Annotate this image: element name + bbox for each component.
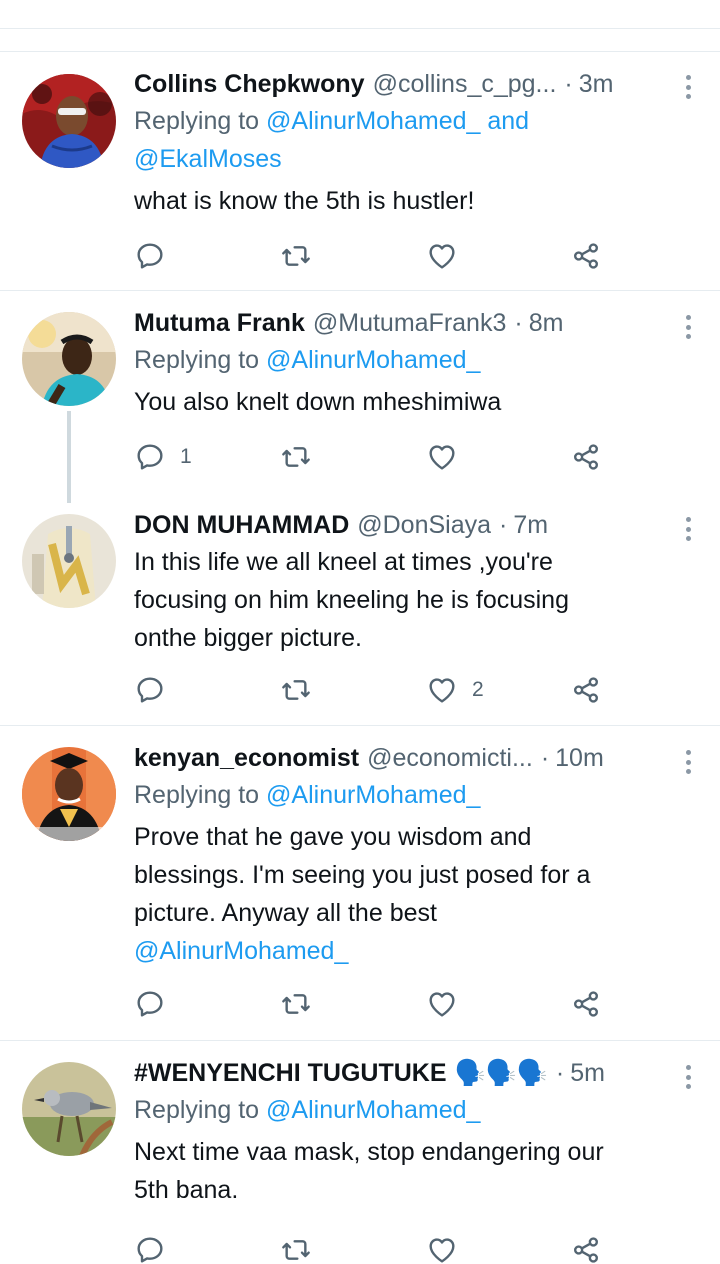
timestamp[interactable]: 5m	[570, 1055, 605, 1091]
share-button[interactable]	[570, 670, 602, 710]
tweet-text: In this life we all kneel at times ,you'…	[134, 548, 569, 652]
retweet-icon	[282, 246, 310, 266]
share-button[interactable]	[570, 1230, 602, 1264]
thread-line	[67, 411, 71, 503]
timestamp[interactable]: 10m	[555, 740, 604, 776]
author-name[interactable]: Collins Chepkwony	[134, 66, 365, 102]
mention-link[interactable]: @AlinurMohamed_	[266, 346, 480, 374]
tweet-3[interactable]: DON MUHAMMAD @DonSiaya · 7m In this life…	[0, 493, 720, 725]
heart-icon	[429, 992, 455, 1017]
author-handle[interactable]: @MutumaFrank3	[313, 305, 507, 341]
tweet-2[interactable]: Mutuma Frank @MutumaFrank3 · 8m Replying…	[0, 291, 720, 503]
like-button[interactable]	[426, 236, 472, 276]
replying-to: Replying to @AlinurMohamed_	[134, 346, 481, 374]
retweet-button[interactable]	[280, 1230, 312, 1264]
tweet-5[interactable]: #WENYENCHI TUGUTUKE 🗣️🗣️🗣️ · 5m Replying…	[0, 1041, 720, 1264]
mention-link[interactable]: @AlinurMohamed_	[266, 1096, 480, 1124]
author-handle[interactable]: @DonSiaya	[357, 507, 491, 543]
author-handle[interactable]: @collins_c_pg...	[373, 66, 557, 102]
author-name[interactable]: #WENYENCHI TUGUTUKE	[134, 1055, 447, 1091]
share-button[interactable]	[570, 984, 602, 1024]
reply-icon	[137, 991, 163, 1017]
like-button[interactable]	[426, 437, 472, 477]
replying-to: Replying to @AlinurMohamed_ and	[134, 107, 530, 135]
share-icon	[574, 243, 598, 269]
avatar[interactable]	[22, 1062, 116, 1156]
author-name[interactable]: kenyan_economist	[134, 740, 359, 776]
retweet-button[interactable]	[280, 670, 312, 710]
share-icon	[574, 991, 598, 1017]
timestamp[interactable]: 7m	[513, 507, 548, 543]
reply-icon	[137, 1237, 163, 1263]
more-vertical-icon[interactable]	[678, 747, 698, 777]
tweet-4[interactable]: kenyan_economist @economicti... · 10m Re…	[0, 726, 720, 1040]
more-vertical-icon[interactable]	[678, 72, 698, 102]
like-button[interactable]	[426, 984, 472, 1024]
share-icon	[574, 1237, 598, 1263]
tweet-text: You also knelt down mheshimiwa	[134, 388, 502, 416]
like-button[interactable]: 2	[426, 670, 484, 710]
reply-button[interactable]: 1	[134, 437, 192, 477]
heart-icon	[429, 1238, 455, 1263]
mention-link[interactable]: @AlinurMohamed_	[134, 932, 680, 970]
reply-icon	[137, 444, 163, 470]
share-button[interactable]	[570, 437, 602, 477]
author-emoji: 🗣️🗣️🗣️	[454, 1059, 548, 1087]
mention-link[interactable]: @AlinurMohamed_	[266, 781, 480, 809]
top-separator	[0, 28, 720, 29]
timestamp[interactable]: 3m	[579, 66, 614, 102]
mention-link[interactable]: @EkalMoses	[134, 145, 282, 173]
reply-button[interactable]	[134, 670, 180, 710]
heart-icon	[429, 445, 455, 470]
heart-icon	[429, 678, 455, 703]
avatar[interactable]	[22, 74, 116, 168]
retweet-button[interactable]	[280, 984, 312, 1024]
retweet-icon	[282, 680, 310, 700]
share-icon	[574, 444, 598, 470]
replying-to: Replying to @AlinurMohamed_	[134, 781, 481, 809]
retweet-button[interactable]	[280, 236, 312, 276]
reply-button[interactable]	[134, 1230, 180, 1264]
author-name[interactable]: DON MUHAMMAD	[134, 507, 349, 543]
retweet-button[interactable]	[280, 437, 312, 477]
avatar[interactable]	[22, 747, 116, 841]
share-button[interactable]	[570, 236, 602, 276]
tweet-1[interactable]: Collins Chepkwony @collins_c_pg... · 3m …	[0, 52, 720, 290]
retweet-icon	[282, 994, 310, 1014]
replying-to-line2: @EkalMoses	[134, 140, 680, 178]
tweet-text: Next time vaa mask, stop endangering our…	[134, 1138, 604, 1204]
reply-button[interactable]	[134, 984, 180, 1024]
author-name[interactable]: Mutuma Frank	[134, 305, 305, 341]
heart-icon	[429, 244, 455, 269]
like-count: 2	[472, 678, 484, 701]
tweet-text: what is know the 5th is hustler!	[134, 187, 475, 215]
timestamp[interactable]: 8m	[529, 305, 564, 341]
share-icon	[574, 677, 598, 703]
like-button[interactable]	[426, 1230, 472, 1264]
more-vertical-icon[interactable]	[678, 312, 698, 342]
more-vertical-icon[interactable]	[678, 514, 698, 544]
avatar[interactable]	[22, 514, 116, 608]
avatar[interactable]	[22, 312, 116, 406]
reply-count: 1	[180, 445, 192, 468]
mention-link[interactable]: @AlinurMohamed_ and	[266, 107, 529, 135]
replying-to: Replying to @AlinurMohamed_	[134, 1096, 481, 1124]
more-vertical-icon[interactable]	[678, 1062, 698, 1092]
reply-icon	[137, 677, 163, 703]
retweet-icon	[282, 1240, 310, 1260]
retweet-icon	[282, 447, 310, 467]
reply-button[interactable]	[134, 236, 180, 276]
author-handle[interactable]: @economicti...	[367, 740, 533, 776]
tweet-text: Prove that he gave you wisdom and blessi…	[134, 818, 680, 970]
reply-icon	[137, 243, 163, 269]
